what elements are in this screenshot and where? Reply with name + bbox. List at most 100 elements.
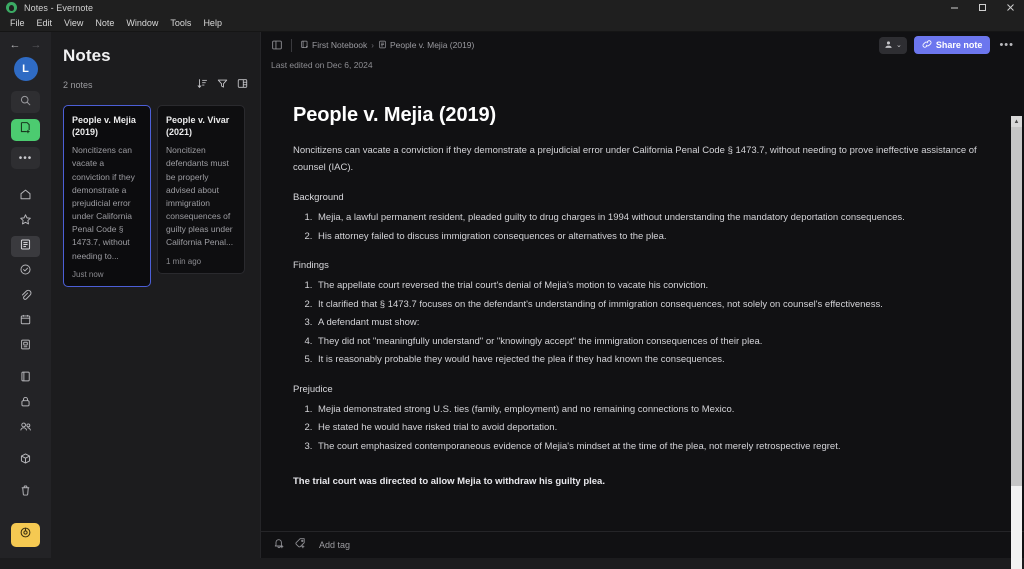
filter-icon[interactable] (217, 76, 228, 94)
assistant-icon (19, 526, 32, 544)
list-item: They did not "meaningfully understand" o… (315, 333, 993, 352)
link-icon (922, 39, 932, 51)
menu-help[interactable]: Help (197, 17, 228, 30)
note-card[interactable]: People v. Mejia (2019) Noncitizens can v… (63, 105, 151, 287)
minimize-button[interactable] (940, 0, 968, 15)
scroll-up-arrow-icon[interactable]: ▲ (1011, 116, 1022, 127)
forward-arrow-icon[interactable]: → (30, 40, 42, 51)
editor-scrollbar[interactable]: ▲ ▼ (1011, 116, 1022, 569)
note-icon (19, 238, 32, 256)
spaces-icon (19, 452, 32, 470)
breadcrumb-notebook[interactable]: First Notebook (300, 40, 367, 51)
sidebar-item-spaces[interactable] (11, 450, 40, 471)
sidebar-item-shared-with-me[interactable] (11, 418, 40, 439)
sort-icon[interactable] (197, 76, 208, 94)
avatar[interactable]: L (13, 57, 38, 81)
sidebar-item-clipper[interactable] (11, 286, 40, 307)
back-arrow-icon[interactable]: ← (9, 40, 21, 51)
evernote-elephant-icon (6, 2, 17, 13)
list-item: A defendant must show: (315, 314, 993, 333)
note-card[interactable]: People v. Vivar (2021) Noncitizen defend… (157, 105, 245, 274)
breadcrumb-separator: › (371, 40, 374, 50)
scrollbar-thumb[interactable] (1011, 127, 1022, 486)
menu-view[interactable]: View (58, 17, 89, 30)
sidebar-item-vault[interactable] (11, 393, 40, 414)
sidebar-item-shortcuts[interactable] (11, 211, 40, 232)
menu-note[interactable]: Note (89, 17, 120, 30)
note-document[interactable]: People v. Mejia (2019) Noncitizens can v… (293, 104, 993, 487)
list-item: He stated he would have risked trial to … (315, 419, 993, 438)
add-reminder-icon[interactable] (273, 536, 285, 554)
add-tag-label[interactable]: Add tag (319, 540, 350, 550)
window-controls (940, 0, 1024, 15)
share-note-button[interactable]: Share note (913, 36, 991, 54)
list-item: It is reasonably probable they would hav… (315, 351, 993, 370)
note-section: Findings The appellate court reversed th… (293, 260, 993, 370)
note-section: Prejudice Mejia demonstrated strong U.S.… (293, 384, 993, 457)
calendar-icon (19, 313, 32, 331)
note-card-timestamp: 1 min ago (166, 256, 202, 266)
menu-file[interactable]: File (4, 17, 31, 30)
note-lead-paragraph: Noncitizens can vacate a conviction if t… (293, 145, 977, 173)
breadcrumb-note[interactable]: People v. Mejia (2019) (378, 40, 474, 51)
list-item: It clarified that § 1473.7 focuses on th… (315, 296, 993, 315)
maximize-button[interactable] (968, 0, 996, 15)
note-list-tools (197, 76, 248, 94)
assistant-button[interactable] (11, 523, 40, 547)
note-page-icon (378, 40, 387, 51)
tasks-check-icon (19, 263, 32, 281)
title-bar: Notes - Evernote (0, 0, 1024, 15)
sidebar-item-notes[interactable] (11, 236, 40, 257)
section-heading: Background (293, 192, 344, 204)
editor-footer: Add tag (261, 531, 1024, 558)
note-card-title: People v. Mejia (2019) (72, 115, 136, 138)
app-body: ← → L ••• Notes 2 notes People v. Mejia … (0, 32, 1024, 569)
scrollbar-track[interactable] (1011, 127, 1022, 569)
share-note-label: Share note (935, 40, 983, 50)
menu-bar: File Edit View Note Window Tools Help (0, 15, 1024, 32)
notebook-icon (300, 40, 309, 51)
view-options-icon[interactable] (237, 76, 248, 94)
sidebar-item-calendar[interactable] (11, 311, 40, 332)
sidebar-item-scratchpad[interactable] (11, 336, 40, 357)
new-note-button[interactable] (11, 119, 40, 141)
note-list-toolbar: 2 notes (63, 76, 248, 94)
sidebar-item-notebooks[interactable] (11, 368, 40, 389)
last-edited-label: Last edited on Dec 6, 2024 (271, 60, 373, 70)
breadcrumb: First Notebook › People v. Mejia (2019) (300, 40, 474, 51)
more-actions-button[interactable]: ••• (11, 147, 40, 169)
section-heading: Findings (293, 260, 329, 272)
search-button[interactable] (11, 91, 40, 113)
add-tag-icon[interactable] (294, 536, 306, 554)
toggle-panel-icon[interactable] (271, 39, 283, 51)
section-list: Mejia, a lawful permanent resident, plea… (315, 209, 993, 246)
trash-icon (19, 484, 32, 502)
note-people-button[interactable]: ⌄ (879, 36, 907, 54)
section-list: Mejia demonstrated strong U.S. ties (fam… (315, 401, 993, 457)
scratchpad-icon (19, 338, 32, 356)
chevron-down-icon: ⌄ (896, 41, 902, 49)
menu-edit[interactable]: Edit (31, 17, 59, 30)
sidebar-item-tasks[interactable] (11, 261, 40, 282)
menu-tools[interactable]: Tools (164, 17, 197, 30)
notebooks-icon (19, 370, 32, 388)
list-item: His attorney failed to discuss immigrati… (315, 228, 993, 247)
sidebar-item-home[interactable] (11, 186, 40, 207)
list-item: The court emphasized contemporaneous evi… (315, 438, 993, 457)
menu-window[interactable]: Window (120, 17, 164, 30)
nav-arrows: ← → (9, 40, 42, 51)
lock-icon (19, 395, 32, 413)
note-more-menu[interactable]: ••• (997, 39, 1016, 51)
note-count: 2 notes (63, 80, 93, 90)
editor-toolbar: First Notebook › People v. Mejia (2019) (261, 32, 1024, 58)
sidebar-item-trash[interactable] (11, 482, 40, 503)
editor-actions: ⌄ Share note ••• (879, 36, 1016, 54)
left-sidebar: ← → L ••• (0, 32, 51, 558)
note-card-snippet: Noncitizens can vacate a conviction if t… (72, 145, 135, 261)
note-card-snippet: Noncitizen defendants must be properly a… (166, 145, 234, 248)
home-icon (19, 188, 32, 206)
search-icon (20, 93, 31, 111)
note-title: People v. Mejia (2019) (293, 104, 497, 126)
new-note-icon (19, 121, 32, 139)
close-button[interactable] (996, 0, 1024, 15)
